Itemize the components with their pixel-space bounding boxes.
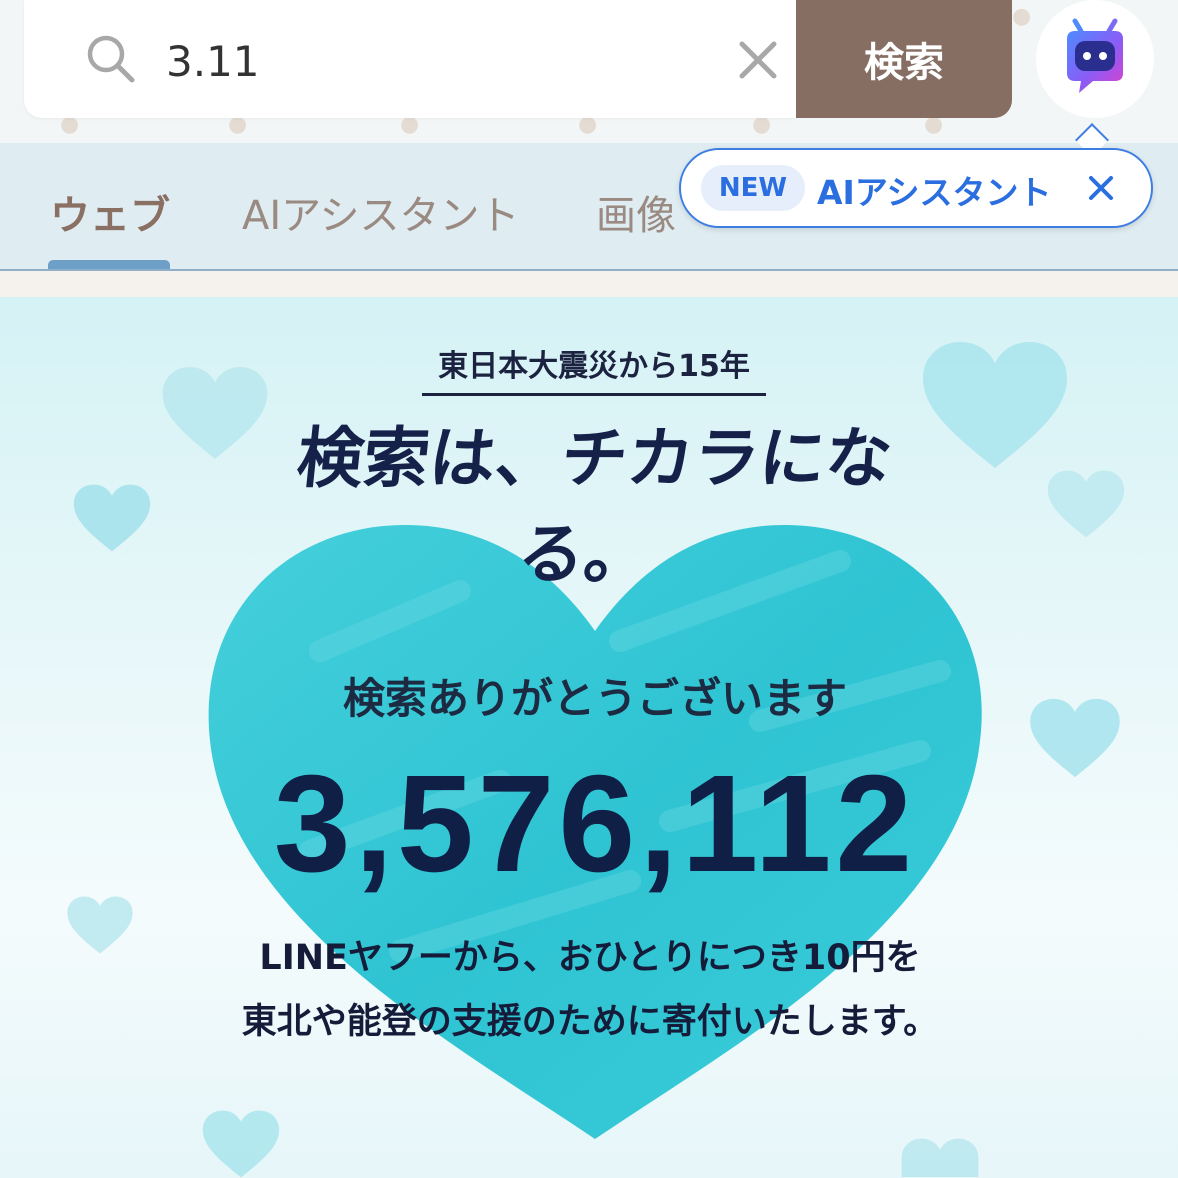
donation-text-line2: 東北や能登の支援のために寄付いたします。 bbox=[241, 1002, 939, 1042]
heart-icon bbox=[923, 342, 1067, 468]
heart-icon bbox=[1047, 470, 1125, 538]
thanks-message: 検索ありがとうございます bbox=[342, 674, 847, 723]
search-box bbox=[24, 0, 796, 118]
search-input[interactable] bbox=[164, 30, 688, 92]
banner-subtitle: 東日本大震災から15年 bbox=[422, 341, 766, 396]
ai-assistant-tooltip[interactable]: NEW AIアシスタント bbox=[679, 148, 1153, 228]
tab-web[interactable]: ウェブ bbox=[50, 183, 170, 241]
search-button[interactable]: 検索 bbox=[796, 0, 1012, 118]
tooltip-label: AIアシスタント bbox=[817, 173, 1052, 212]
paw-decoration: ● bbox=[1012, 4, 1032, 29]
new-badge: NEW bbox=[701, 165, 805, 211]
close-icon[interactable] bbox=[1083, 170, 1119, 206]
search-count: 3,576,112 bbox=[273, 747, 917, 901]
search-icon bbox=[87, 35, 135, 83]
assistant-bot-icon bbox=[1067, 18, 1123, 93]
heart-icon bbox=[1030, 698, 1120, 778]
search-header: ● ● ● ● ● ● ● 検索 bbox=[0, 0, 1178, 143]
donation-text-line1: LINEヤフーから、おひとりにつき10円を bbox=[259, 938, 921, 978]
heart-icon bbox=[901, 1138, 979, 1177]
clear-icon[interactable] bbox=[736, 38, 780, 82]
heart-icon bbox=[67, 896, 133, 954]
banner-headline: 検索は、チカラになる。 bbox=[293, 419, 896, 593]
heart-icon bbox=[73, 484, 151, 552]
heart-icon bbox=[162, 367, 268, 459]
tab-ai-assistant[interactable]: AIアシスタント bbox=[242, 183, 520, 241]
tab-active-indicator bbox=[48, 260, 170, 269]
tab-images[interactable]: 画像 bbox=[596, 183, 676, 241]
divider-strip bbox=[0, 271, 1178, 297]
ai-assistant-button[interactable] bbox=[1036, 0, 1154, 118]
earthquake-anniversary-banner[interactable]: 東日本大震災から15年 検索は、チカラになる。 検索ありがとうございます 3,5… bbox=[0, 297, 1178, 1178]
